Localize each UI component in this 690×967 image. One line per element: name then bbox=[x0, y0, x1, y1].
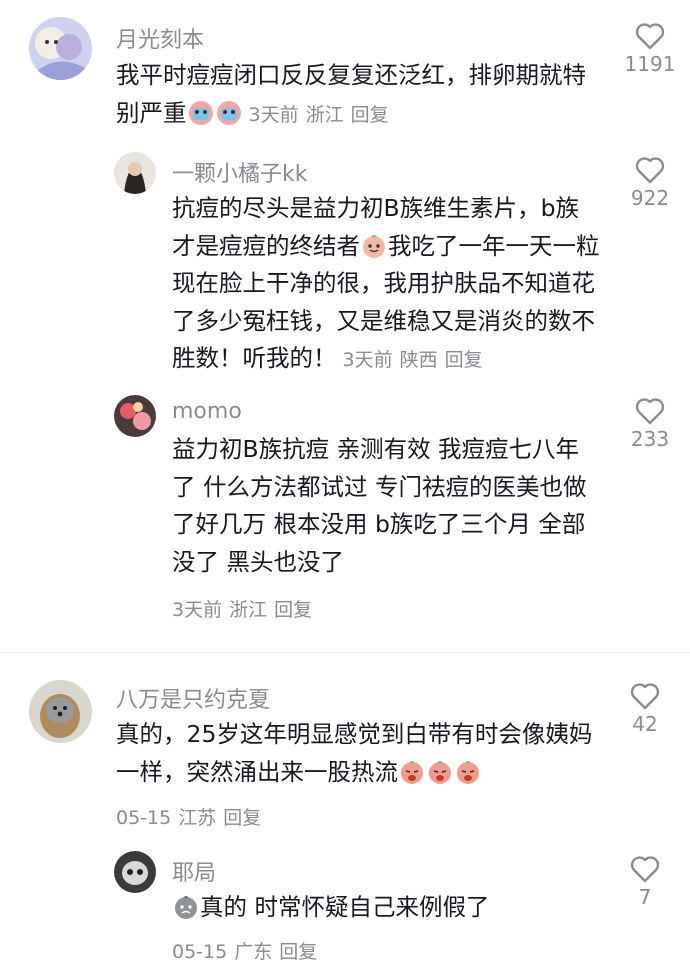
username[interactable]: 一颗小橘子kk bbox=[172, 156, 307, 188]
comment-meta: 05-15 江苏 回复 bbox=[116, 803, 268, 830]
comment-item: 月光刻本 我平时痘痘闭口反反复复还泛红，排卵期就特别严重 3天前 浙江 回复 1191 bbox=[0, 0, 690, 140]
comment-time: 3天前 bbox=[342, 349, 393, 371]
username[interactable]: 八万是只约克夏 bbox=[116, 682, 270, 714]
comment-time: 3天前 bbox=[248, 103, 299, 126]
comment-location: 江苏 bbox=[178, 807, 217, 829]
comment-text: 抗痘的尽头是益力初B族维生素片，b族才是痘痘的终结者 我吃了一年一天一粒现在脸上干… bbox=[172, 190, 602, 380]
divider bbox=[0, 652, 690, 653]
comment-meta: 3天前 浙江 回复 bbox=[172, 595, 319, 622]
like-button[interactable]: 1191 bbox=[620, 22, 680, 76]
reply-item: 耶局 真的 时常怀疑自己来例假了 05-15 广东 回复 7 bbox=[0, 845, 690, 967]
sad-emoji-icon bbox=[173, 894, 199, 920]
comment-location: 浙江 bbox=[229, 599, 268, 621]
heart-icon[interactable] bbox=[620, 156, 680, 184]
reply-item: momo 益力初B族抗痘 亲测有效 我痘痘七八年了 什么方法都试过 专门祛痘的医… bbox=[0, 385, 690, 640]
comment-time: 05-15 bbox=[172, 941, 228, 963]
crying-emoji-icon bbox=[455, 759, 481, 785]
reply-item: 一颗小橘子kk 抗痘的尽头是益力初B族维生素片，b族才是痘痘的终结者 我吃了一年一… bbox=[0, 140, 690, 385]
comment-text: 益力初B族抗痘 亲测有效 我痘痘七八年了 什么方法都试过 专门祛痘的医美也做了好… bbox=[172, 431, 602, 581]
comment-item: 八万是只约克夏 真的，25岁这年明显感觉到白带有时会像姨妈一样，突然涌出来一股热… bbox=[0, 660, 690, 845]
like-count: 7 bbox=[638, 885, 652, 909]
username[interactable]: 月光刻本 bbox=[116, 22, 204, 54]
reply-button[interactable]: 回复 bbox=[223, 807, 261, 829]
crying-emoji-icon bbox=[216, 100, 242, 126]
reply-button[interactable]: 回复 bbox=[279, 941, 317, 963]
like-button[interactable]: 922 bbox=[620, 156, 680, 210]
username[interactable]: 耶局 bbox=[172, 855, 216, 887]
avatar[interactable] bbox=[114, 395, 156, 437]
comment-text: 真的 时常怀疑自己来例假了 bbox=[172, 889, 602, 927]
avatar[interactable] bbox=[114, 152, 156, 194]
username[interactable]: momo bbox=[172, 399, 242, 424]
like-button[interactable]: 42 bbox=[615, 682, 675, 736]
like-count: 922 bbox=[630, 186, 670, 210]
crying-emoji-icon bbox=[188, 100, 214, 126]
avatar[interactable] bbox=[114, 851, 156, 893]
smiling-emoji-icon bbox=[361, 233, 387, 259]
heart-icon[interactable] bbox=[620, 22, 680, 50]
like-count: 42 bbox=[632, 712, 658, 736]
heart-icon[interactable] bbox=[615, 855, 675, 883]
comment-location: 浙江 bbox=[305, 103, 344, 126]
avatar[interactable] bbox=[29, 17, 92, 80]
comment-location: 广东 bbox=[234, 941, 273, 963]
like-count: 233 bbox=[630, 427, 670, 451]
like-count: 1191 bbox=[624, 52, 676, 76]
heart-icon[interactable] bbox=[615, 682, 675, 710]
comment-text-content: 益力初B族抗痘 亲测有效 我痘痘七八年了 什么方法都试过 专门祛痘的医美也做了好… bbox=[172, 435, 587, 576]
comment-text-content: 真的，25岁这年明显感觉到白带有时会像姨妈一样，突然涌出来一股热流 bbox=[116, 720, 593, 786]
crying-emoji-icon bbox=[427, 759, 453, 785]
comment-time: 05-15 bbox=[116, 807, 172, 829]
reply-button[interactable]: 回复 bbox=[445, 349, 483, 371]
like-button[interactable]: 7 bbox=[615, 855, 675, 909]
comment-location: 陕西 bbox=[399, 349, 438, 371]
crying-emoji-icon bbox=[399, 759, 425, 785]
comment-meta: 3天前 浙江 回复 bbox=[249, 104, 396, 126]
like-button[interactable]: 233 bbox=[620, 397, 680, 451]
comment-text: 我平时痘痘闭口反反复复还泛红，排卵期就特别严重 3天前 浙江 回复 bbox=[116, 57, 606, 134]
reply-button[interactable]: 回复 bbox=[351, 104, 389, 126]
heart-icon[interactable] bbox=[620, 397, 680, 425]
comment-time: 3天前 bbox=[172, 599, 223, 621]
avatar[interactable] bbox=[29, 680, 92, 743]
comment-text: 真的，25岁这年明显感觉到白带有时会像姨妈一样，突然涌出来一股热流 bbox=[116, 716, 606, 791]
comment-text-content: 真的 时常怀疑自己来例假了 bbox=[200, 893, 490, 921]
comment-meta: 3天前 陕西 回复 bbox=[343, 349, 490, 371]
reply-button[interactable]: 回复 bbox=[274, 599, 312, 621]
comment-meta: 05-15 广东 回复 bbox=[172, 937, 324, 964]
